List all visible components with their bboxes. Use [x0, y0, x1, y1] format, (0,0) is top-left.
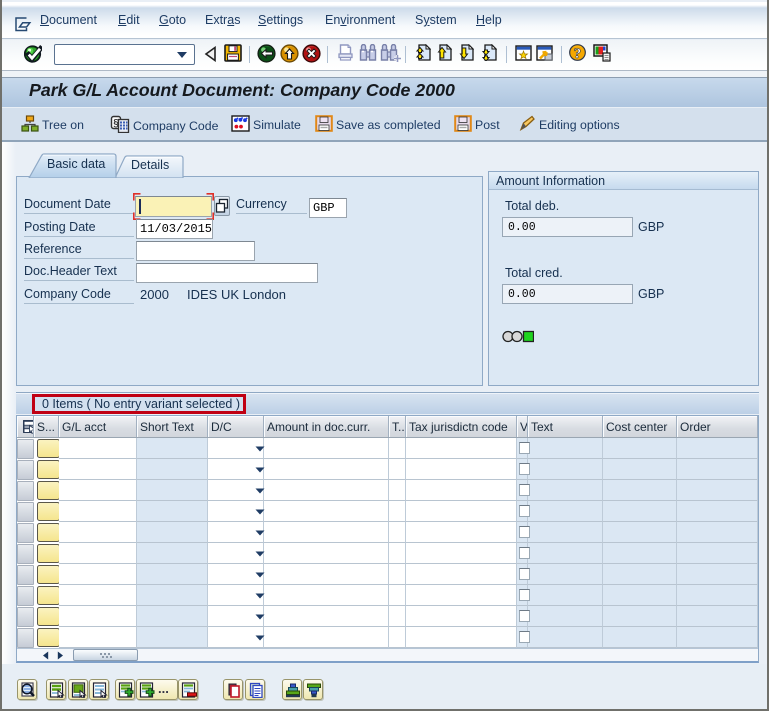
svg-text:?: ? — [574, 46, 582, 62]
